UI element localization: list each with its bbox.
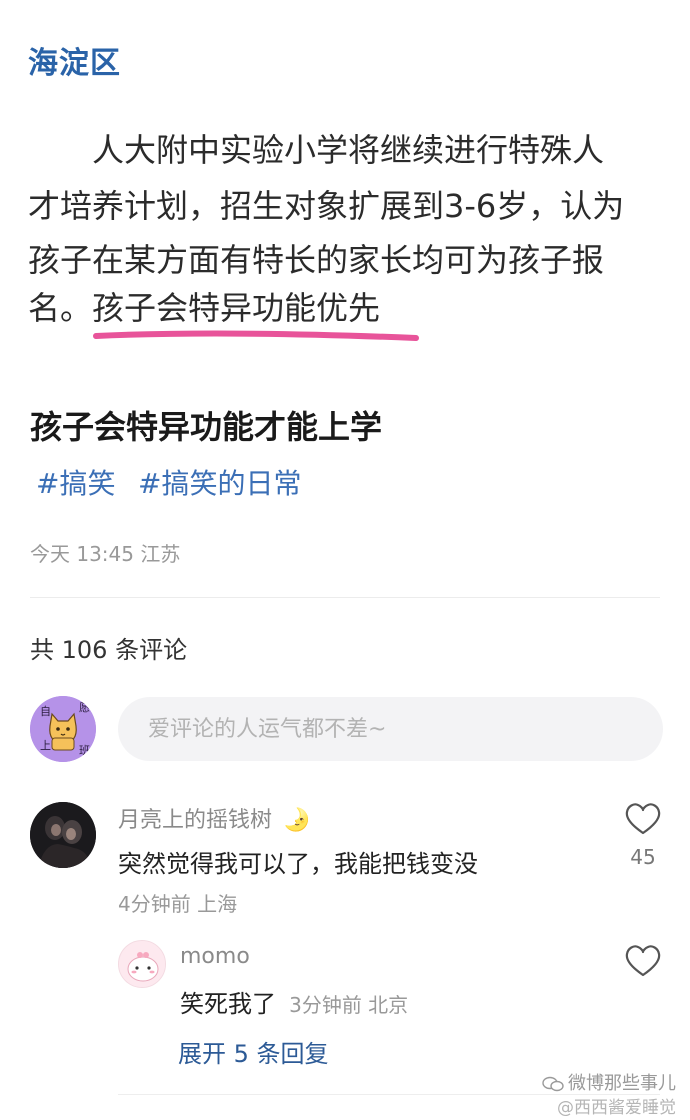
reply-like-button[interactable]	[624, 944, 662, 978]
news-text-line-last: 名。孩子会特异功能优先	[28, 284, 380, 332]
post-meta: 今天 13:45 江苏	[30, 542, 181, 566]
watermark: 微博那些事儿 @西西酱爱睡觉	[542, 1072, 676, 1120]
expand-replies-link[interactable]: 展开 5 条回复	[178, 1034, 329, 1069]
reply-text: 笑死我了	[180, 990, 276, 1018]
reply-body: 笑死我了 3分钟前 北京	[180, 984, 408, 1019]
avatar-char: 上	[40, 739, 51, 752]
comment-username-text: 月亮上的摇钱树	[118, 808, 273, 833]
comment-username[interactable]: 月亮上的摇钱树 🌛	[118, 802, 310, 834]
commenter-avatar[interactable]	[30, 802, 96, 868]
reply-avatar[interactable]	[118, 940, 166, 988]
wechat-icon	[542, 1076, 564, 1092]
cat-avatar-icon: 自 愿 上 班	[30, 696, 96, 762]
divider	[30, 597, 660, 598]
news-text-line: 人大附中实验小学将继续进行特殊人	[28, 131, 605, 169]
heart-icon	[625, 803, 661, 835]
pink-underline-mark	[93, 330, 419, 341]
comment-count: 共 106 条评论	[30, 636, 188, 664]
avatar-char: 班	[79, 744, 90, 757]
watermark-line2: @西西酱爱睡觉	[557, 1098, 676, 1118]
hashtag-link[interactable]: #搞笑的日常	[138, 462, 301, 502]
avatar-photo-icon	[30, 802, 96, 868]
highlighted-text: 孩子会特异功能优先	[92, 289, 381, 327]
reply-meta: 3分钟前 北京	[289, 993, 409, 1017]
my-avatar[interactable]: 自 愿 上 班	[30, 696, 96, 762]
news-text-line: 才培养计划，招生对象扩展到3-6岁，认为	[28, 187, 625, 225]
district-label: 海淀区	[28, 46, 121, 81]
avatar-char: 愿	[79, 701, 90, 714]
news-text-end: 名。	[28, 289, 93, 327]
comment-input[interactable]	[118, 697, 663, 761]
post-title: 孩子会特异功能才能上学	[30, 408, 383, 446]
watermark-line1: 微博那些事儿	[568, 1073, 676, 1094]
cute-avatar-icon	[119, 941, 165, 987]
reply-username[interactable]: momo	[180, 944, 250, 969]
like-count: 45	[630, 845, 656, 869]
moon-emoji-icon: 🌛	[283, 808, 311, 833]
avatar-char: 自	[40, 705, 51, 718]
like-button[interactable]	[624, 802, 662, 836]
comment-meta: 4分钟前 上海	[118, 892, 238, 916]
hashtag-link[interactable]: #搞笑	[36, 462, 115, 502]
news-text-line: 孩子在某方面有特长的家长均可为孩子报	[28, 241, 605, 279]
heart-icon	[625, 945, 661, 977]
comment-text: 突然觉得我可以了，我能把钱变没	[118, 850, 478, 878]
